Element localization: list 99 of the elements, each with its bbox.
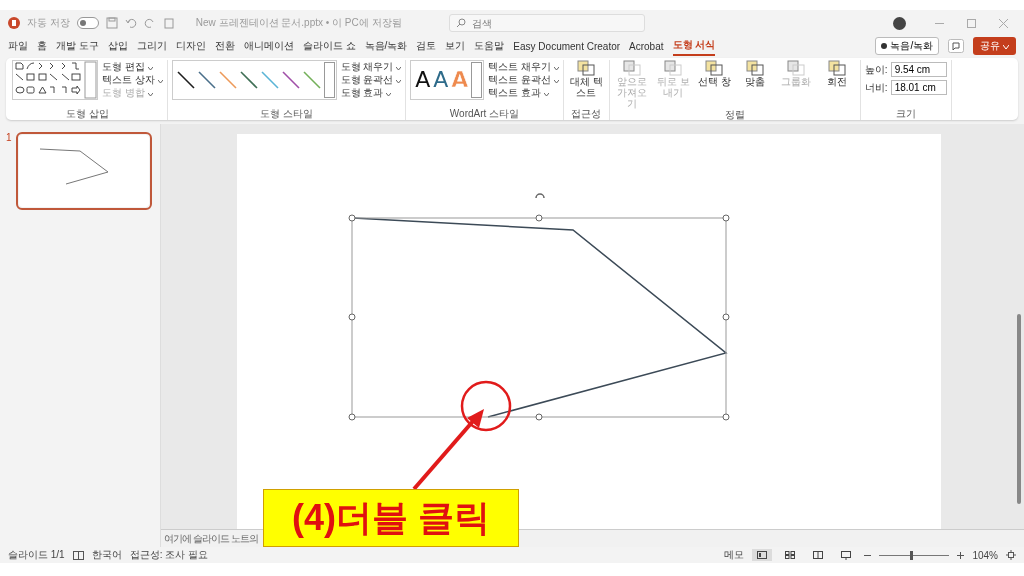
fit-slide-icon[interactable] [1006,550,1016,560]
notes-placeholder[interactable]: 여기에 슬라이드 노트의 [164,531,258,546]
zoom-in-icon[interactable] [957,551,965,559]
ribbon-command[interactable]: 회전 [827,76,848,87]
book-icon[interactable] [72,550,84,560]
ribbon-tab[interactable]: 검토 [416,37,437,55]
command-icon [623,60,642,76]
line-style-swatch[interactable] [302,71,321,89]
gallery-more-icon[interactable] [323,62,335,98]
ribbon-tab[interactable]: 삽입 [107,37,128,55]
ribbon-tab[interactable]: Easy Document Creator [513,38,621,54]
command-icon [787,60,806,76]
shapes-gallery-drawing[interactable] [12,60,98,100]
ribbon-command[interactable]: 텍스트 상자 [102,73,163,86]
ribbon-tab[interactable]: 녹음/녹화 [364,37,408,55]
line-style-swatch[interactable] [176,71,195,89]
caret-icon [386,93,392,96]
command-icon [705,60,724,76]
language-label[interactable]: 한국어 [91,548,122,562]
caret-icon [396,67,402,70]
line-style-swatch[interactable] [281,71,300,89]
ribbon-tab[interactable]: 도형 서식 [672,36,716,56]
caret-icon [553,80,559,83]
ribbon-tab[interactable]: 보기 [445,37,466,55]
size-input[interactable]: 18.01 cm [890,80,947,95]
ribbon-command[interactable]: 도형 윤곽선 [340,73,402,86]
caret-icon [1003,45,1009,49]
ribbon-command[interactable]: 도형 편집 [102,60,163,73]
slide-number: 1 [6,132,12,145]
search-icon [455,18,466,28]
group-label: 도형 삽입 [65,108,109,120]
clipboard-icon[interactable] [162,17,175,29]
autosave-label: 자동 저장 [27,16,70,30]
ribbon-command[interactable]: 대체 텍스트 [567,76,605,98]
ribbon-command[interactable]: 도형 채우기 [340,60,402,73]
ribbon-tab[interactable]: 디자인 [175,37,206,55]
ribbon-tab[interactable]: 도움말 [474,37,505,55]
slide-counter: 슬라이드 1/1 [8,548,65,562]
ribbon-tab[interactable]: 애니메이션 [243,37,294,55]
ribbon-command[interactable]: 선택 창 [697,76,731,87]
rotate-handle-icon[interactable] [535,193,545,199]
caret-icon [396,80,402,83]
zoom-percent[interactable]: 104% [972,549,998,561]
ribbon-command[interactable]: 텍스트 윤곽선 [488,73,559,86]
command-icon [664,60,683,76]
zoom-thumb[interactable] [909,550,913,560]
group-label: 도형 스타일 [259,108,313,120]
caret-icon [157,80,163,83]
ribbon-tab[interactable]: Acrobat [629,38,664,54]
record-button[interactable]: 녹음/녹화 [875,37,940,55]
line-style-swatch[interactable] [197,71,216,89]
size-label: 높이: [864,63,888,76]
command-icon [828,60,847,76]
gallery-more-icon[interactable] [471,62,483,98]
caret-icon [147,93,153,96]
group-label: 접근성 [571,108,602,120]
highlight-circle [460,380,512,432]
reading-view-icon [813,551,824,559]
accessibility-status[interactable]: 접근성: 조사 필요 [129,548,209,562]
callout-label: (4)더블 클릭 [263,489,519,547]
command-icon [577,60,596,76]
avatar[interactable] [893,16,906,30]
group-label: 정렬 [724,109,745,121]
ribbon-tab[interactable]: 홈 [37,37,47,55]
group-label: 크기 [895,108,916,120]
caret-icon [543,93,549,96]
wordart-style[interactable]: A [433,68,449,92]
autosave-toggle[interactable] [76,17,99,29]
normal-view-icon [757,551,768,559]
ribbon-command[interactable]: 도형 효과 [340,86,402,99]
ribbon-command[interactable]: 맞춤 [745,76,766,87]
caret-icon [553,67,559,70]
undo-icon[interactable] [124,17,137,29]
notes-button[interactable]: 메모 [724,548,745,562]
ribbon-tab[interactable]: 파일 [8,37,28,55]
view-button[interactable] [752,549,773,561]
group-label: WordArt 스타일 [449,108,520,120]
slide-thumbnail[interactable] [15,132,152,210]
wordart-gallery[interactable]: AAA [410,60,485,100]
grid-view-icon [785,551,796,559]
line-style-swatch[interactable] [260,71,279,89]
ribbon-tab[interactable]: 개발 도구 [56,37,99,55]
command-icon [746,60,765,76]
size-input[interactable]: 9.54 cm [890,62,947,77]
ribbon-tab[interactable]: 그리기 [136,37,167,55]
comment-icon[interactable] [948,39,965,53]
caret-icon [147,67,153,70]
line-style-swatch[interactable] [218,71,237,89]
ribbon-tab[interactable]: 전환 [214,37,235,55]
size-label: 너비: [864,81,888,94]
search-field[interactable]: 검색 [448,14,645,32]
line-style-swatch[interactable] [239,71,258,89]
app-logo-icon [8,17,20,29]
ribbon-command[interactable]: 텍스트 효과 [488,86,559,99]
ribbon-tab[interactable]: 슬라이드 쇼 [302,37,356,55]
ribbon-command[interactable]: 텍스트 채우기 [488,60,559,73]
share-button[interactable]: 공유 [973,37,1016,55]
wordart-style[interactable]: A [415,68,431,92]
slideshow-icon [841,550,852,560]
